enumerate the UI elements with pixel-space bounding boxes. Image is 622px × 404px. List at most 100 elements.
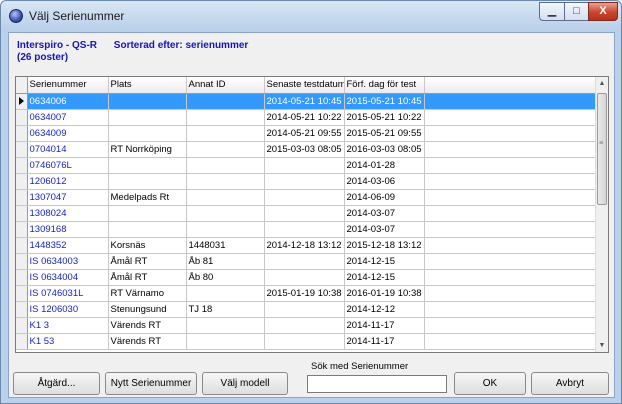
cell-annat-id[interactable]: [186, 173, 265, 190]
table-row[interactable]: K1 53 Värends RT 2014-11-17: [16, 333, 597, 350]
cell-serienummer[interactable]: IS 1206030: [27, 301, 109, 318]
cell-annat-id[interactable]: [186, 333, 265, 350]
cell-annat-id[interactable]: [186, 285, 265, 302]
cell-plats[interactable]: [108, 157, 187, 174]
table-row[interactable]: 1307047 Medelpads Rt 2014-06-09: [16, 189, 597, 206]
cell-forf-dag[interactable]: 2014-03-06: [344, 173, 425, 190]
cell-plats[interactable]: Åmål RT: [108, 253, 187, 270]
cell-forf-dag[interactable]: 2016-03-03 08:05: [344, 141, 425, 158]
cell-serienummer[interactable]: 0746076L: [27, 157, 109, 174]
cell-serienummer[interactable]: 1307047: [27, 189, 109, 206]
cell-plats[interactable]: Korsnäs: [108, 237, 187, 254]
cell-plats[interactable]: Stenungsund: [108, 301, 187, 318]
cell-senaste-testdatum[interactable]: [264, 157, 345, 174]
cell-senaste-testdatum[interactable]: 2015-01-19 10:38: [264, 285, 345, 302]
cell-senaste-testdatum[interactable]: [264, 173, 345, 190]
cell-serienummer[interactable]: 0704014: [27, 141, 109, 158]
cell-plats[interactable]: Medelpads Rt: [108, 189, 187, 206]
cell-plats[interactable]: [108, 109, 187, 126]
column-header-serienummer[interactable]: Serienummer: [27, 77, 109, 94]
cell-annat-id[interactable]: [186, 125, 265, 142]
cell-annat-id[interactable]: 1448031: [186, 237, 265, 254]
search-input[interactable]: [307, 375, 447, 393]
table-row[interactable]: 1308024 2014-03-07: [16, 205, 597, 222]
cell-senaste-testdatum[interactable]: [264, 333, 345, 350]
cell-senaste-testdatum[interactable]: [264, 301, 345, 318]
scroll-thumb[interactable]: ≡: [597, 93, 607, 205]
cell-senaste-testdatum[interactable]: [264, 317, 345, 334]
minimize-button[interactable]: ▁: [539, 2, 565, 21]
vertical-scrollbar[interactable]: ▲ ≡ ▼: [595, 77, 608, 352]
cell-senaste-testdatum[interactable]: 2015-03-03 08:05: [264, 141, 345, 158]
serial-number-grid[interactable]: Serienummer Plats Annat ID Senaste testd…: [15, 76, 609, 353]
cell-forf-dag[interactable]: 2014-03-07: [344, 205, 425, 222]
table-row[interactable]: IS 0746031L RT Värnamo 2015-01-19 10:38 …: [16, 285, 597, 302]
cell-annat-id[interactable]: [186, 317, 265, 334]
cell-serienummer[interactable]: 1206012: [27, 173, 109, 190]
cell-senaste-testdatum[interactable]: [264, 269, 345, 286]
cell-forf-dag[interactable]: 2014-11-17: [344, 333, 425, 350]
cell-annat-id[interactable]: [186, 141, 265, 158]
column-header-plats[interactable]: Plats: [108, 77, 187, 94]
cell-serienummer[interactable]: 0634007: [27, 109, 109, 126]
cell-serienummer[interactable]: 0634006: [27, 93, 109, 110]
cell-serienummer[interactable]: IS 0634004: [27, 269, 109, 286]
cell-serienummer[interactable]: 1309168: [27, 221, 109, 238]
cell-serienummer[interactable]: 1308024: [27, 205, 109, 222]
cell-forf-dag[interactable]: 2014-12-15: [344, 269, 425, 286]
cell-annat-id[interactable]: [186, 205, 265, 222]
cell-serienummer[interactable]: IS 0746031L: [27, 285, 109, 302]
cell-forf-dag[interactable]: 2015-05-21 10:45: [344, 93, 425, 110]
cell-senaste-testdatum[interactable]: 2014-05-21 10:45: [264, 93, 345, 110]
cell-senaste-testdatum[interactable]: 2014-12-18 13:12: [264, 237, 345, 254]
table-row[interactable]: 0634009 2014-05-21 09:55 2015-05-21 09:5…: [16, 125, 597, 142]
table-row[interactable]: IS 0634004 Åmål RT Åb 80 2014-12-15: [16, 269, 597, 286]
cell-plats[interactable]: [108, 93, 187, 110]
cell-serienummer[interactable]: IS 0634003: [27, 253, 109, 270]
cell-senaste-testdatum[interactable]: [264, 205, 345, 222]
column-header-forf-dag[interactable]: Förf. dag för test: [344, 77, 425, 94]
cell-forf-dag[interactable]: 2015-05-21 09:55: [344, 125, 425, 142]
close-button[interactable]: X: [588, 2, 618, 21]
cell-annat-id[interactable]: Åb 81: [186, 253, 265, 270]
new-serial-button[interactable]: Nytt Serienummer: [105, 372, 197, 395]
cell-plats[interactable]: RT Värnamo: [108, 285, 187, 302]
cell-forf-dag[interactable]: 2015-05-21 10:22: [344, 109, 425, 126]
column-header-annat-id[interactable]: Annat ID: [186, 77, 265, 94]
table-row[interactable]: IS 0634003 Åmål RT Åb 81 2014-12-15: [16, 253, 597, 270]
cell-annat-id[interactable]: [186, 189, 265, 206]
cell-senaste-testdatum[interactable]: [264, 253, 345, 270]
cell-serienummer[interactable]: 0634009: [27, 125, 109, 142]
table-row[interactable]: 0634007 2014-05-21 10:22 2015-05-21 10:2…: [16, 109, 597, 126]
cell-annat-id[interactable]: Åb 80: [186, 269, 265, 286]
cell-plats[interactable]: RT Norrköping: [108, 141, 187, 158]
cell-forf-dag[interactable]: 2014-12-12: [344, 301, 425, 318]
cell-annat-id[interactable]: TJ 18: [186, 301, 265, 318]
table-row[interactable]: IS 1206030 Stenungsund TJ 18 2014-12-12: [16, 301, 597, 318]
cell-annat-id[interactable]: [186, 93, 265, 110]
cell-plats[interactable]: [108, 205, 187, 222]
select-model-button[interactable]: Välj modell: [202, 372, 288, 395]
cell-plats[interactable]: Värends RT: [108, 317, 187, 334]
cell-senaste-testdatum[interactable]: [264, 221, 345, 238]
table-row[interactable]: 0634006 2014-05-21 10:45 2015-05-21 10:4…: [16, 93, 597, 110]
cancel-button[interactable]: Avbryt: [531, 372, 609, 395]
ok-button[interactable]: OK: [454, 372, 526, 395]
cell-plats[interactable]: [108, 221, 187, 238]
cell-annat-id[interactable]: [186, 157, 265, 174]
cell-forf-dag[interactable]: 2014-12-15: [344, 253, 425, 270]
table-row[interactable]: 0746076L 2014-01-28: [16, 157, 597, 174]
cell-serienummer[interactable]: K1 3: [27, 317, 109, 334]
cell-senaste-testdatum[interactable]: [264, 189, 345, 206]
table-row[interactable]: 1206012 2014-03-06: [16, 173, 597, 190]
cell-forf-dag[interactable]: 2016-01-19 10:38: [344, 285, 425, 302]
atgard-button[interactable]: Åtgärd...: [13, 372, 100, 395]
scroll-down-arrow-icon[interactable]: ▼: [596, 339, 608, 352]
column-header-senaste-testdatum[interactable]: Senaste testdatum: [264, 77, 345, 94]
cell-serienummer[interactable]: 1448352: [27, 237, 109, 254]
cell-annat-id[interactable]: [186, 221, 265, 238]
cell-forf-dag[interactable]: 2015-12-18 13:12: [344, 237, 425, 254]
cell-plats[interactable]: Åmål RT: [108, 269, 187, 286]
cell-serienummer[interactable]: K1 53: [27, 333, 109, 350]
cell-senaste-testdatum[interactable]: 2014-05-21 10:22: [264, 109, 345, 126]
